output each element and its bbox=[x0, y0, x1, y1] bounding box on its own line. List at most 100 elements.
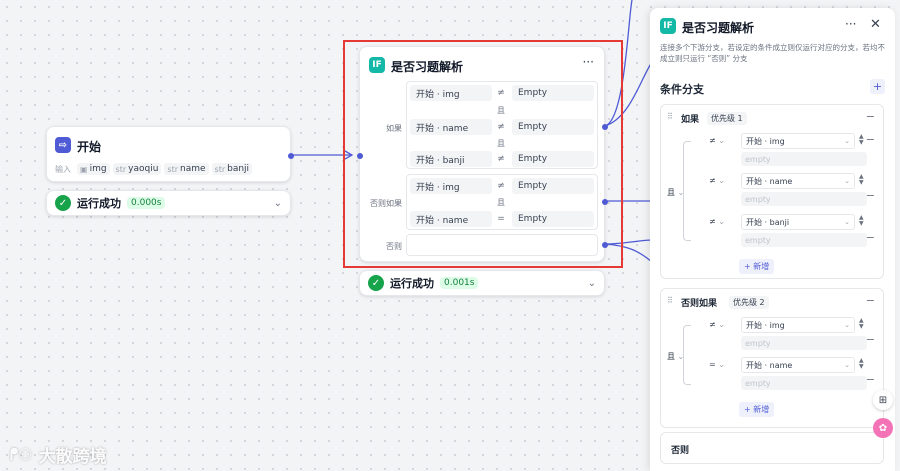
run-time-badge: 0.001s bbox=[440, 277, 479, 289]
more-icon[interactable]: ··· bbox=[845, 17, 856, 31]
chevron-down-icon[interactable]: ⌄ bbox=[588, 278, 596, 289]
drag-handle-icon[interactable]: ⠿ bbox=[667, 112, 673, 121]
remove-condition-icon[interactable]: − bbox=[866, 231, 875, 244]
condition-var: 开始 · banji bbox=[410, 151, 492, 167]
status-label: 运行成功 bbox=[390, 277, 434, 290]
add-condition-button[interactable]: + 新增 bbox=[739, 402, 775, 417]
watermark-logo-icon: ᖰ⚇ bbox=[10, 444, 33, 464]
else-output-port[interactable] bbox=[602, 242, 608, 248]
operator-select[interactable]: ≠ ⌄ bbox=[709, 320, 725, 329]
close-icon[interactable]: ✕ bbox=[870, 17, 881, 32]
add-condition-button[interactable]: + 新增 bbox=[739, 259, 775, 274]
condition-op: ≠ bbox=[497, 122, 505, 132]
reorder-arrows-icon[interactable]: ▲ ▼ bbox=[859, 318, 864, 330]
start-icon: ⇨ bbox=[55, 137, 71, 153]
remove-condition-icon[interactable]: − bbox=[866, 133, 875, 146]
variable-select[interactable]: 开始 · img ⌄ bbox=[741, 317, 855, 333]
logic-selector[interactable]: 且 ⌄ bbox=[667, 187, 684, 198]
priority-badge: 优先级 1 bbox=[707, 112, 747, 125]
if-input-port[interactable] bbox=[357, 153, 363, 159]
condition-value: Empty bbox=[512, 178, 594, 194]
condition-op: ≠ bbox=[497, 154, 505, 164]
priority-badge: 优先级 2 bbox=[729, 296, 769, 309]
success-check-icon: ✓ bbox=[55, 195, 71, 211]
and-label: 且 bbox=[497, 198, 505, 207]
section-title: 条件分支 bbox=[660, 83, 704, 96]
operator-select[interactable]: ≠ ⌄ bbox=[709, 136, 725, 145]
panel-description: 连接多个下游分支，若设定的条件成立则仅运行对应的分支，若均不成立则只运行 “否则… bbox=[660, 43, 885, 63]
branch-card-if: ⠿ 如果 优先级 1 − 且 ⌄ ≠ ⌄ 开始 · img ⌄ ▲ ▼ empty … bbox=[660, 104, 884, 279]
if-node[interactable]: IF 是否习题解析 ··· 如果 开始 · img ≠ Empty 且 开始 ·… bbox=[357, 46, 608, 262]
add-branch-button[interactable]: + bbox=[870, 79, 885, 94]
drag-handle-icon[interactable]: ⠿ bbox=[667, 296, 673, 305]
value-input[interactable]: empty bbox=[741, 152, 867, 166]
branch-card-else: 否则 bbox=[660, 432, 884, 464]
condition-op: ≠ bbox=[497, 88, 505, 98]
reorder-arrows-icon[interactable]: ▲ ▼ bbox=[859, 215, 864, 227]
and-label: 且 bbox=[497, 106, 505, 115]
start-run-status[interactable]: ✓ 运行成功 0.000s ⌄ bbox=[46, 190, 291, 216]
panel-title: 是否习题解析 bbox=[682, 21, 755, 35]
if-run-status[interactable]: ✓ 运行成功 0.001s ⌄ bbox=[359, 270, 605, 296]
operator-select[interactable]: ≠ ⌄ bbox=[709, 176, 725, 185]
condition-var: 开始 · img bbox=[410, 178, 492, 194]
reorder-arrows-icon[interactable]: ▲ ▼ bbox=[859, 358, 864, 370]
condition-value: Empty bbox=[512, 85, 594, 101]
start-output-port[interactable] bbox=[288, 153, 294, 159]
more-icon[interactable]: ··· bbox=[583, 55, 594, 69]
chevron-down-icon[interactable]: ⌄ bbox=[274, 198, 282, 209]
branch-label: 如果 bbox=[681, 115, 700, 125]
input-chip-banji: str banji bbox=[211, 163, 253, 175]
assistant-icon[interactable]: ✿ bbox=[873, 418, 893, 438]
variable-select[interactable]: 开始 · img ⌄ bbox=[741, 133, 855, 149]
remove-branch-icon[interactable]: − bbox=[866, 110, 875, 123]
node-settings-panel: IF 是否习题解析 ··· ✕ 连接多个下游分支，若设定的条件成立则仅运行对应的… bbox=[650, 8, 895, 471]
input-chip-name: str name bbox=[164, 163, 209, 175]
watermark: ᖰ⚇ 大散跨境 bbox=[10, 442, 107, 468]
elif-label: 否则如果 bbox=[370, 199, 402, 208]
input-chip-img: ▣ img bbox=[77, 163, 110, 175]
reorder-arrows-icon[interactable]: ▲ ▼ bbox=[859, 174, 864, 186]
status-label: 运行成功 bbox=[77, 197, 121, 210]
reorder-arrows-icon[interactable]: ▲ ▼ bbox=[859, 134, 864, 146]
start-node[interactable]: ⇨ 开始 输入 ▣ img str yaoqiu str name str banji bbox=[46, 126, 294, 182]
value-input[interactable]: empty bbox=[741, 233, 867, 247]
start-inputs: 输入 ▣ img str yaoqiu str name str banji bbox=[55, 163, 255, 175]
input-label: 输入 bbox=[55, 164, 71, 174]
start-node-title: 开始 bbox=[77, 140, 102, 154]
grid-icon[interactable]: ⊞ bbox=[873, 390, 893, 410]
watermark-text: 大散跨境 bbox=[38, 447, 107, 467]
input-chip-yaoqiu: str yaoqiu bbox=[112, 163, 162, 175]
run-time-badge: 0.000s bbox=[127, 197, 166, 209]
condition-value: Empty bbox=[512, 211, 594, 227]
branch-card-elif: ⠿ 否则如果 优先级 2 − 且 ⌄ ≠ ⌄ 开始 · img ⌄ ▲ ▼ empt… bbox=[660, 288, 884, 428]
value-input[interactable]: empty bbox=[741, 376, 867, 390]
variable-select[interactable]: 开始 · name ⌄ bbox=[741, 173, 855, 189]
remove-condition-icon[interactable]: − bbox=[866, 333, 875, 346]
if-output-port[interactable] bbox=[602, 124, 608, 130]
branch-label: 否则如果 bbox=[681, 299, 718, 309]
else-label: 否则 bbox=[671, 446, 690, 456]
operator-select[interactable]: = ⌄ bbox=[709, 360, 725, 369]
value-input[interactable]: empty bbox=[741, 192, 867, 206]
success-check-icon: ✓ bbox=[368, 275, 384, 291]
elif-output-port[interactable] bbox=[602, 199, 608, 205]
condition-op: ≠ bbox=[497, 181, 505, 191]
remove-condition-icon[interactable]: − bbox=[866, 189, 875, 202]
condition-value: Empty bbox=[512, 119, 594, 135]
variable-select[interactable]: 开始 · name ⌄ bbox=[741, 357, 855, 373]
if-icon: IF bbox=[660, 18, 676, 34]
remove-condition-icon[interactable]: − bbox=[866, 373, 875, 386]
variable-select[interactable]: 开始 · banji ⌄ bbox=[741, 214, 855, 230]
logic-selector[interactable]: 且 ⌄ bbox=[667, 351, 684, 362]
if-label: 如果 bbox=[386, 124, 402, 133]
image-icon: ▣ bbox=[80, 164, 88, 174]
remove-branch-icon[interactable]: − bbox=[866, 294, 875, 307]
value-input[interactable]: empty bbox=[741, 336, 867, 350]
condition-var: 开始 · img bbox=[410, 85, 492, 101]
condition-var: 开始 · name bbox=[410, 119, 492, 135]
if-node-title: 是否习题解析 bbox=[391, 60, 464, 74]
operator-select[interactable]: ≠ ⌄ bbox=[709, 217, 725, 226]
and-label: 且 bbox=[497, 139, 505, 148]
condition-var: 开始 · name bbox=[410, 211, 492, 227]
